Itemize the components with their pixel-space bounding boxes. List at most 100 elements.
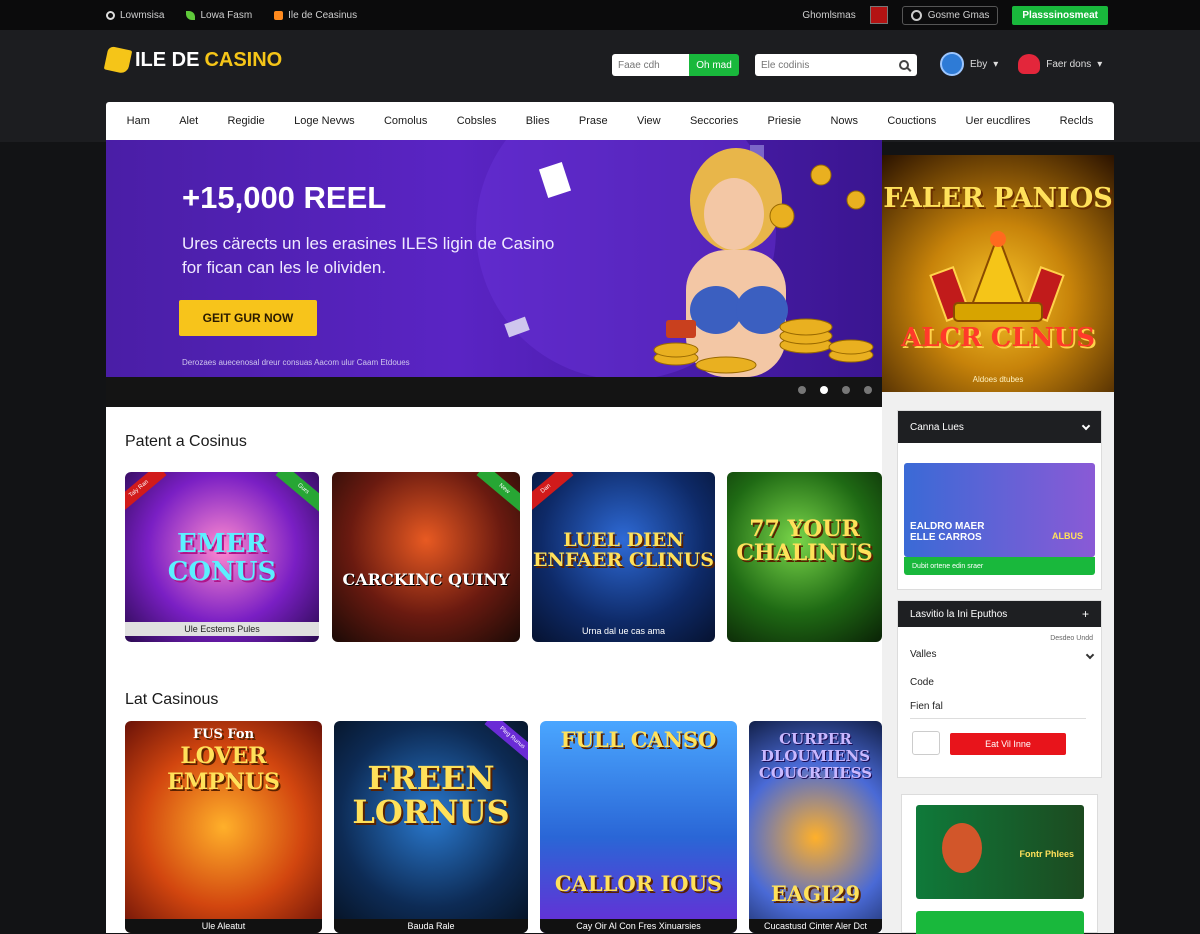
card-ribbon: Gurs <box>275 472 319 514</box>
carousel-dot[interactable] <box>798 386 806 394</box>
game-title: EMER CONUS <box>167 529 277 587</box>
featured-card-bar[interactable]: Dubit ortene edin sraer <box>904 557 1095 575</box>
game-card[interactable]: Pleg Runus FREEN LORNUS Bauda Rale <box>334 721 528 933</box>
section-title-popular: Patent a Cosinus <box>125 433 247 450</box>
nav-item[interactable]: Seccories <box>690 115 738 127</box>
promo-footer: Aldoes dtubes <box>972 375 1024 384</box>
game-title: LUEL DIEN ENFAER CLINUS <box>533 529 714 571</box>
nav-item[interactable]: Reclds <box>1060 115 1094 127</box>
chevron-down-icon: ▾ <box>993 58 999 70</box>
game-card[interactable]: Dan LUEL DIEN ENFAER CLINUS Urna dal ue … <box>532 472 715 642</box>
country-flag-icon[interactable] <box>869 6 888 24</box>
nav-item[interactable]: Cobsles <box>457 115 497 127</box>
flag-icon <box>274 10 284 20</box>
top-link-1[interactable]: Lowmsisa <box>106 10 164 21</box>
card-ribbon: New <box>476 472 520 514</box>
nav-item[interactable]: Blies <box>526 115 550 127</box>
top-bar-links: Lowmsisa Lowa Fasm Ile de Ceasinus <box>106 10 357 21</box>
nav-item[interactable]: View <box>637 115 661 127</box>
game-card[interactable]: CURPER DLOUMIENS COUCRTIESS EAGI29 Cucas… <box>749 721 882 933</box>
logo-text: ILE DE <box>135 48 200 71</box>
game-card[interactable]: FULL CANSO CALLOR IOUS Cay Oir Al Con Fr… <box>540 721 737 933</box>
carousel-dot[interactable] <box>842 386 850 394</box>
sidebar-panel-promo: Fontr Phlees <box>901 794 1098 934</box>
carousel-dots <box>798 386 872 394</box>
email-field[interactable]: Fien fal <box>898 701 943 712</box>
code-field[interactable]: Code <box>898 677 934 688</box>
game-top-title: FUS Fon <box>192 727 255 742</box>
nav-item[interactable]: Nows <box>830 115 858 127</box>
carousel-dot[interactable] <box>864 386 872 394</box>
search-icon[interactable] <box>899 60 909 70</box>
sidebar-panel-featured: Canna Lues EALDRO MAER ELLE CARROS ALBUS… <box>897 410 1102 590</box>
submit-button[interactable]: Eat Vil Inne <box>950 733 1066 755</box>
nav-item[interactable]: Uer eucdlires <box>966 115 1031 127</box>
game-top-title: FULL CANSO <box>560 727 717 752</box>
sidebar-promo-title: Fontr Phlees <box>1019 849 1074 859</box>
nav-item[interactable]: Alet <box>179 115 198 127</box>
top-link-2[interactable]: Lowa Fasm <box>186 10 252 21</box>
game-card[interactable]: Taly Ran Gurs EMER CONUS Ule Ecstems Pul… <box>125 472 319 642</box>
game-label: Ule Ecstems Pules <box>125 622 319 636</box>
quick-search-button[interactable]: Oh mad <box>689 54 739 76</box>
panel-hint: Desdeo Undd <box>1050 635 1093 642</box>
game-card[interactable]: FUS Fon LOVER EMPNUS Ule Aleatut <box>125 721 322 933</box>
site-logo[interactable]: ILE DE CASINO <box>103 45 283 75</box>
nav-item[interactable]: Prase <box>579 115 608 127</box>
carousel-dot-active[interactable] <box>820 386 828 394</box>
panel-header[interactable]: Lasvitio la Ini Eputhos + <box>898 601 1101 627</box>
game-label: Cucastusd Cinter Aler Dct <box>749 919 882 933</box>
chevron-down-icon: ▾ <box>1097 58 1103 70</box>
circle-icon <box>106 10 115 20</box>
game-card[interactable]: New CARCKINC QUINY <box>332 472 520 642</box>
game-title: CALLOR IOUS <box>554 871 723 896</box>
featured-card-right: ALBUS <box>1052 531 1083 541</box>
hero-banner: +15,000 REEL Ures cärects un les erasine… <box>106 140 882 377</box>
logo-text-accent: CASINO <box>204 48 283 71</box>
sidebar-promo-card-2[interactable] <box>916 911 1084 934</box>
checkbox[interactable] <box>912 731 940 755</box>
get-bonus-button[interactable]: GEIT GUR NOW <box>179 300 317 336</box>
favorites-menu[interactable]: Faer dons <box>1046 59 1091 70</box>
leaf-icon <box>186 10 196 20</box>
nav-item[interactable]: Loge Nevws <box>294 115 355 127</box>
quick-search-input[interactable] <box>612 54 689 76</box>
hero-carousel-bar <box>106 377 882 407</box>
panel-title: Lasvitio la Ini Eputhos <box>910 608 1008 620</box>
heart-icon[interactable] <box>1018 54 1041 74</box>
account-area: Eby ▾ Faer dons ▾ <box>940 52 1102 76</box>
chevron-down-icon <box>1081 421 1091 430</box>
featured-card[interactable]: EALDRO MAER ELLE CARROS ALBUS <box>904 463 1095 557</box>
top-link-label: Lowmsisa <box>120 9 165 21</box>
account-menu[interactable]: Eby <box>970 59 987 70</box>
nav-item[interactable]: Regidie <box>227 115 264 127</box>
select-field[interactable]: Valles <box>898 649 1095 660</box>
nav-item[interactable]: Ham <box>127 115 150 127</box>
character-icon <box>942 823 982 873</box>
game-card[interactable]: 77 YOUR CHALINUS <box>727 472 882 642</box>
game-label: Cay Oir Al Con Fres Xinuarsies <box>540 919 737 933</box>
promo-subtitle: ALCR CLNUS <box>901 323 1095 353</box>
divider <box>910 718 1086 719</box>
main-content: Patent a Cosinus Taly Ran Gurs EMER CONU… <box>106 407 882 933</box>
nav-item[interactable]: Couctions <box>887 115 936 127</box>
game-title: EAGI29 <box>770 881 861 906</box>
top-link-label: Ile de Ceasinus <box>288 9 358 21</box>
language-selector[interactable]: Gosme Gmas <box>901 5 999 25</box>
nav-item[interactable]: Priesie <box>768 115 802 127</box>
top-right-link[interactable]: Ghomlsmas <box>802 10 855 21</box>
top-bar-right: Ghomlsmas Gosme Gmas Plasssinosmeat <box>802 5 1108 25</box>
hero-subtitle: Ures cärects un les erasines ILES ligin … <box>182 234 555 277</box>
site-search-input[interactable] <box>755 59 899 71</box>
nav-item[interactable]: Comolus <box>384 115 427 127</box>
promo-title: FALER PANIOS <box>883 183 1113 214</box>
top-link-3[interactable]: Ile de Ceasinus <box>274 10 357 21</box>
account-icon[interactable] <box>940 52 964 76</box>
sidebar-promo-card[interactable]: Fontr Phlees <box>916 805 1084 899</box>
panel-header[interactable]: Canna Lues <box>898 411 1101 443</box>
language-label: Gosme Gmas <box>927 9 990 21</box>
signup-button[interactable]: Plasssinosmeat <box>1012 5 1108 25</box>
quick-search: Oh mad <box>612 54 739 76</box>
promo-banner[interactable]: FALER PANIOS ALCR CLNUS Aldoes dtubes <box>882 155 1114 392</box>
game-title: CARCKINC QUINY <box>342 570 510 589</box>
